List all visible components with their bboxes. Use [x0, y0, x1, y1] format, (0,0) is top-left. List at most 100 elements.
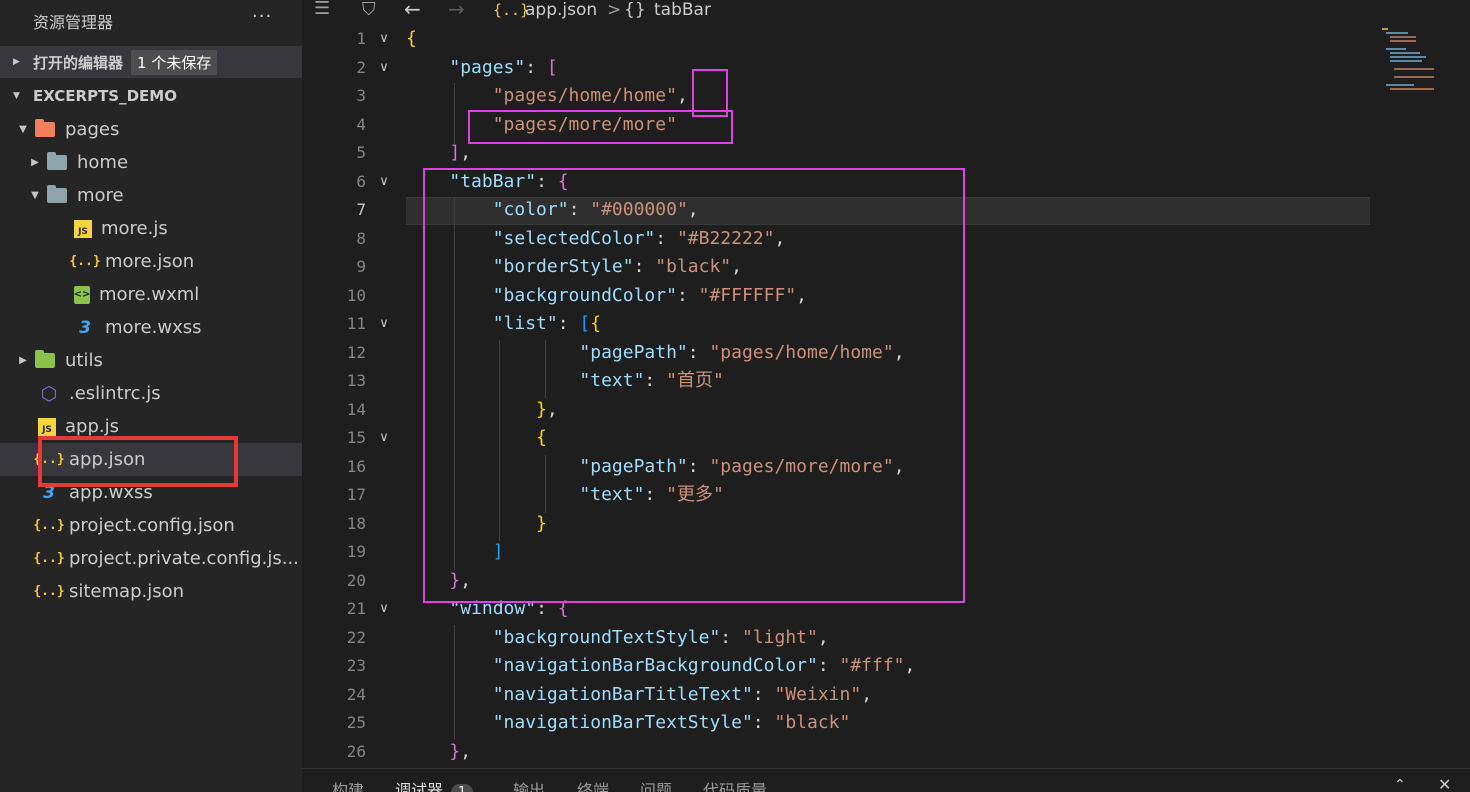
explorer-title: 资源管理器	[33, 13, 114, 32]
chevron-down-icon[interactable]: ▼	[18, 124, 28, 135]
tab-problems[interactable]: 问题	[640, 777, 672, 792]
folder-shape	[35, 119, 55, 137]
json-file-icon: {..}	[69, 254, 101, 269]
code-token: :	[720, 626, 742, 648]
line-number: 24	[346, 684, 366, 704]
tree-item-project-private-config-js[interactable]: {..} project.private.config.js...	[0, 542, 302, 575]
code-token: ,	[861, 683, 873, 705]
tab-debugger-label: 调试器	[395, 781, 444, 792]
line-number: 22	[346, 627, 366, 647]
tree-item-label: more.wxml	[99, 284, 200, 305]
tree-item-utils[interactable]: ▶ utils	[0, 344, 302, 377]
tab-code-quality[interactable]: 代码质量	[703, 777, 767, 792]
back-arrow-icon[interactable]: ←	[404, 0, 421, 21]
unsaved-badge: 1 个未保存	[131, 49, 218, 75]
chevron-right-icon[interactable]: ▶	[18, 355, 28, 366]
json-file-icon: {..}	[33, 584, 65, 599]
line-number: 8	[356, 228, 366, 248]
line-number: 3	[356, 86, 366, 105]
tree-item-sitemap-json[interactable]: {..} sitemap.json	[0, 575, 302, 608]
chevron-down-icon[interactable]: ▼	[30, 190, 40, 201]
tabbar-annotation-box	[423, 168, 965, 603]
line-number: 17	[346, 485, 366, 504]
fold-chevron-icon[interactable]: ∨	[376, 310, 392, 339]
code-line: "navigationBarBackgroundColor": "#fff",	[406, 652, 916, 681]
open-editors-label: 打开的编辑器	[33, 53, 124, 72]
line-number: 14	[346, 399, 366, 419]
indent-guide	[454, 83, 455, 145]
code-token: "black"	[774, 712, 851, 733]
code-token: "#fff"	[839, 655, 905, 676]
tree-item-eslintrc-js[interactable]: ⬡ .eslintrc.js	[0, 377, 302, 410]
chevron-right-icon[interactable]: ▶	[30, 157, 40, 168]
code-token: "navigationBarBackgroundColor"	[492, 655, 818, 676]
tree-item-label: home	[77, 152, 129, 173]
code-token: "light"	[741, 626, 818, 648]
tree-item-more[interactable]: ▼ more	[0, 179, 302, 212]
folder-shape	[47, 185, 67, 203]
line-number: 12	[346, 342, 366, 362]
tab-debugger[interactable]: 调试器 1	[395, 777, 474, 792]
fold-chevron-icon[interactable]: ∨	[376, 424, 392, 453]
css-file-icon: 3	[79, 317, 91, 338]
folder-shape	[47, 152, 67, 170]
code-line: "pages": [	[406, 54, 558, 83]
code-token: ,	[817, 626, 829, 648]
tree-item-home[interactable]: ▶ home	[0, 146, 302, 179]
tree-item-project-config-json[interactable]: {..} project.config.json	[0, 509, 302, 542]
tree-item-more-wxml[interactable]: <> more.wxml	[0, 278, 302, 311]
tree-item-more-wxss[interactable]: 3 more.wxss	[0, 311, 302, 344]
line-number: 25	[346, 713, 366, 732]
bookmark-icon[interactable]: ⛉	[362, 0, 376, 20]
close-icon[interactable]: ✕	[1438, 775, 1451, 792]
fold-chevron-icon[interactable]: ∨	[376, 54, 392, 83]
chevron-right-icon: ▶	[13, 57, 20, 67]
tree-item-pages[interactable]: ▼ pages	[0, 113, 302, 146]
eslint-icon: ⬡	[40, 382, 58, 405]
folder-utils-icon	[34, 350, 56, 371]
code-token: ]	[449, 142, 461, 163]
code-editor: ☰ ⛉ ← → {..} app.json > {} tabBar 1 ∨ 2 ∨ 3 4…	[302, 0, 1470, 792]
line-number: 21	[346, 599, 366, 618]
breadcrumb: ☰ ⛉ ← → {..} app.json > {} tabBar	[302, 0, 1470, 24]
tree-item-label: .eslintrc.js	[69, 383, 161, 404]
code-token: [	[546, 56, 558, 78]
forward-arrow-icon[interactable]: →	[448, 0, 465, 21]
breadcrumb-file[interactable]: app.json	[525, 0, 597, 20]
open-editors-section[interactable]: ▶ 打开的编辑器 1 个未保存	[0, 46, 302, 78]
line-number: 10	[346, 285, 366, 305]
breadcrumb-symbol[interactable]: tabBar	[654, 0, 711, 20]
tree-item-more-js[interactable]: JS more.js	[0, 212, 302, 245]
chevron-down-icon: ▼	[13, 91, 20, 101]
line-number: 11	[346, 314, 366, 333]
fold-chevron-icon[interactable]: ∨	[376, 25, 392, 54]
line-number: 19	[346, 542, 366, 561]
code-token: "navigationBarTitleText"	[492, 683, 753, 705]
fold-chevron-icon[interactable]: ∨	[376, 595, 392, 624]
tab-terminal[interactable]: 终端	[577, 777, 609, 792]
code-token: "pages"	[449, 56, 526, 78]
project-root-section[interactable]: ▼ EXCERPTS_DEMO	[0, 80, 302, 112]
code-token: {	[406, 28, 417, 49]
vertical-scrollbar[interactable]	[1456, 24, 1470, 764]
bottom-panel-tabs: 构建 调试器 1 输出 终端 问题 代码质量 ⌃ ✕	[302, 768, 1470, 792]
line-number: 20	[346, 570, 366, 590]
object-symbol-icon: {}	[624, 0, 646, 20]
line-number: 15	[346, 428, 366, 447]
line-number: 23	[346, 656, 366, 675]
tab-output[interactable]: 输出	[513, 777, 545, 792]
tree-item-more-json[interactable]: {..} more.json	[0, 245, 302, 278]
fold-chevron-icon[interactable]: ∨	[376, 168, 392, 197]
more-actions-icon[interactable]: ···	[252, 6, 272, 27]
code-line: {	[406, 25, 417, 54]
js-file-icon: JS	[74, 219, 92, 238]
tree-item-label: project.private.config.js...	[69, 548, 299, 569]
code-line: ],	[406, 139, 471, 168]
outline-list-icon[interactable]: ☰	[314, 0, 330, 19]
tab-build[interactable]: 构建	[332, 777, 364, 792]
chevron-up-icon[interactable]: ⌃	[1394, 777, 1406, 792]
